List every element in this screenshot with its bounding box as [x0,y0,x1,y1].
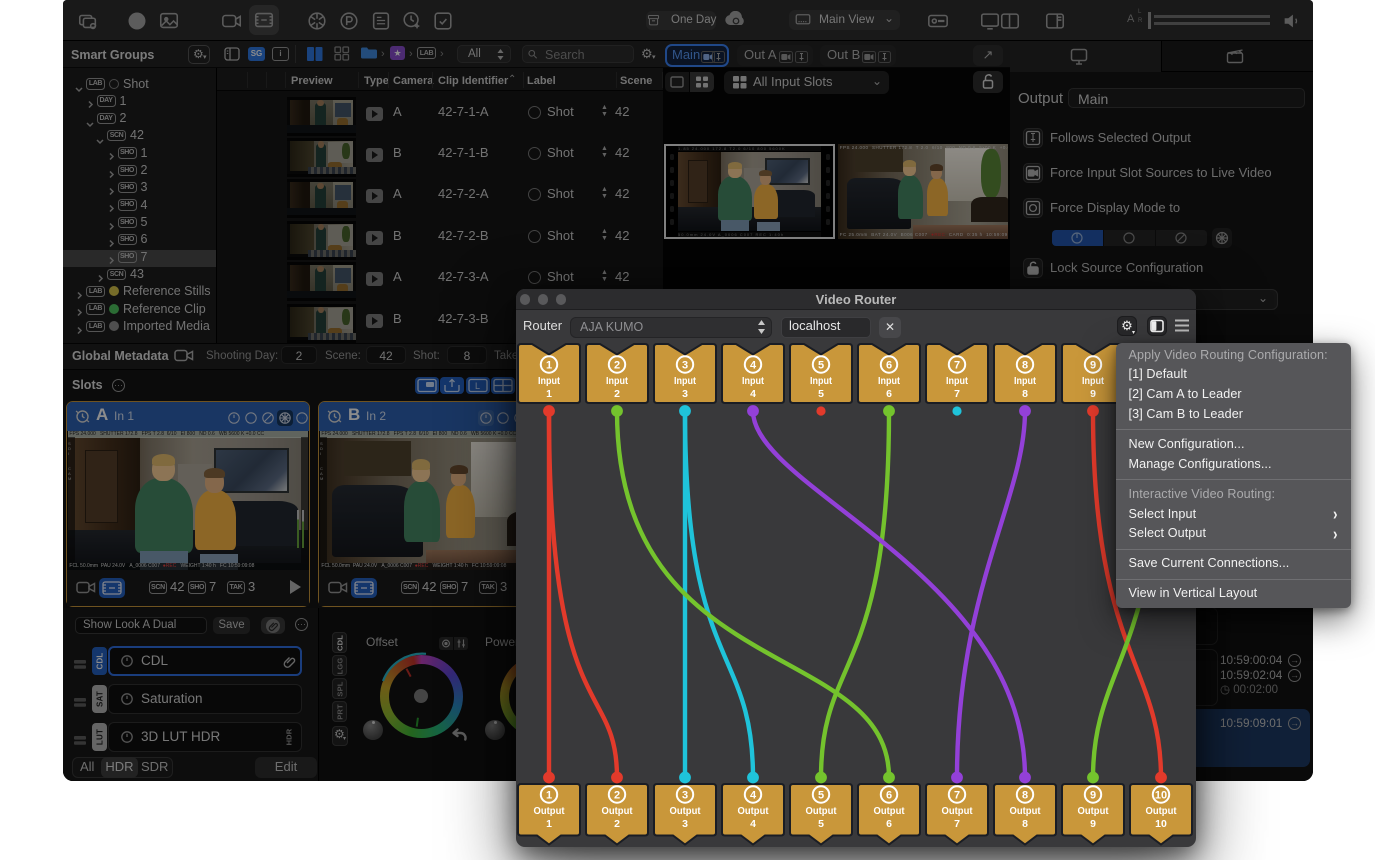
svg-text:3: 3 [682,360,688,372]
svg-text:Output: Output [1010,805,1041,817]
svg-text:3: 3 [682,818,688,830]
svg-text:5: 5 [818,818,824,830]
svg-text:2: 2 [614,388,620,400]
svg-text:Input: Input [810,375,832,387]
svg-text:3: 3 [682,388,688,400]
svg-text:Output: Output [738,805,769,817]
svg-text:Input: Input [946,375,968,387]
svg-text:L: L [475,381,480,391]
svg-text:6: 6 [886,790,892,802]
svg-text:Input: Input [1082,375,1104,387]
svg-text:Input: Input [1014,375,1036,387]
svg-text:10: 10 [1155,818,1167,830]
svg-text:8: 8 [1022,360,1028,372]
svg-text:8: 8 [1022,790,1028,802]
svg-text:7: 7 [954,388,960,400]
svg-text:6: 6 [886,388,892,400]
svg-text:2: 2 [614,790,620,802]
svg-text:1: 1 [546,790,552,802]
svg-text:5: 5 [818,388,824,400]
svg-text:1: 1 [546,388,552,400]
svg-text:Output: Output [670,805,701,817]
svg-text:4: 4 [750,360,757,372]
svg-text:9: 9 [1090,388,1096,400]
svg-text:5: 5 [818,790,824,802]
svg-text:1: 1 [546,818,552,830]
svg-text:Output: Output [942,805,973,817]
svg-text:4: 4 [750,818,756,830]
svg-text:3: 3 [682,790,688,802]
svg-text:7: 7 [954,818,960,830]
svg-text:2: 2 [614,360,620,372]
svg-text:9: 9 [1090,360,1096,372]
svg-text:Output: Output [1146,805,1177,817]
svg-text:Output: Output [602,805,633,817]
svg-text:Output: Output [1078,805,1109,817]
svg-text:8: 8 [1022,818,1028,830]
svg-text:4: 4 [750,388,756,400]
svg-text:Input: Input [538,375,560,387]
svg-text:Input: Input [742,375,764,387]
svg-text:Output: Output [874,805,905,817]
svg-text:Input: Input [606,375,628,387]
svg-text:Input: Input [674,375,696,387]
svg-text:7: 7 [954,790,960,802]
svg-text:1: 1 [546,360,552,372]
svg-text:7: 7 [954,360,960,372]
svg-text:10: 10 [1155,790,1167,802]
svg-text:Output: Output [806,805,837,817]
svg-text:Input: Input [878,375,900,387]
svg-text:5: 5 [818,360,824,372]
svg-text:Output: Output [534,805,565,817]
svg-text:6: 6 [886,818,892,830]
svg-text:6: 6 [886,360,892,372]
svg-text:9: 9 [1090,818,1096,830]
svg-text:8: 8 [1022,388,1028,400]
svg-text:2: 2 [614,818,620,830]
svg-text:4: 4 [750,790,757,802]
svg-text:9: 9 [1090,790,1096,802]
